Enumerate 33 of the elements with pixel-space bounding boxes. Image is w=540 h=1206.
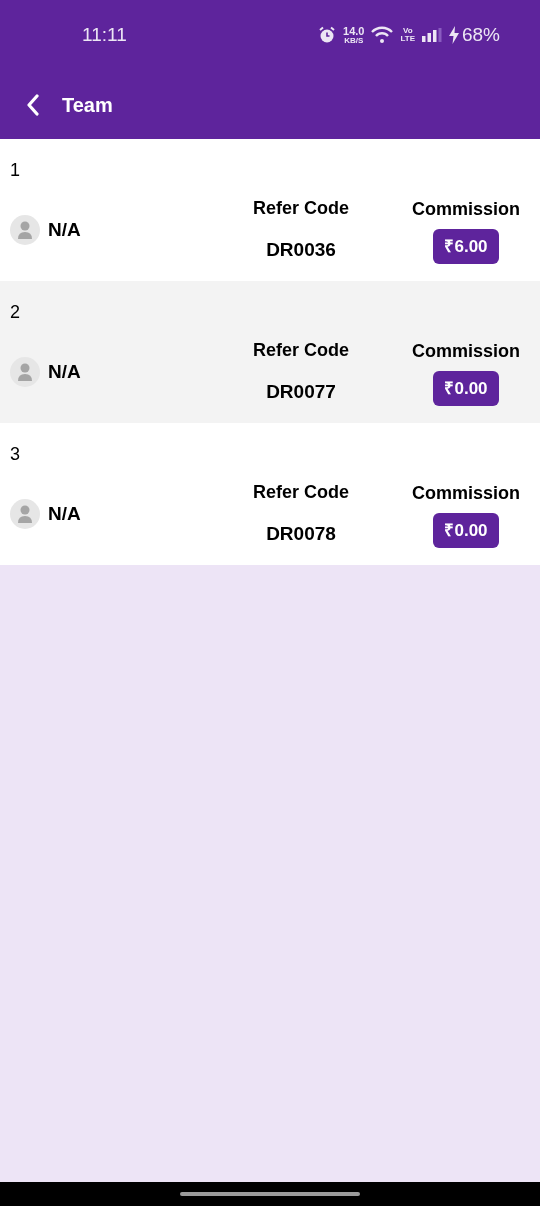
wifi-icon <box>371 26 394 44</box>
refer-code: DR0078 <box>266 522 336 546</box>
speed-unit: KB/S <box>344 36 364 45</box>
refer-code-label: Refer Code <box>253 481 349 504</box>
signal-icon <box>421 28 442 42</box>
member-index: 3 <box>10 445 21 463</box>
commission-amount: ₹0.00 <box>433 370 499 406</box>
back-icon <box>26 93 40 116</box>
alarm-icon <box>318 26 337 44</box>
commission-amount: ₹6.00 <box>433 228 499 264</box>
member-name: N/A <box>48 501 81 526</box>
commission-label: Commission <box>412 339 520 363</box>
avatar-icon <box>10 498 40 529</box>
lte-label: LTE <box>400 35 415 43</box>
charging-icon <box>448 26 459 44</box>
avatar-icon <box>10 356 40 387</box>
commission-amount: ₹0.00 <box>433 512 499 548</box>
member-name: N/A <box>48 359 81 384</box>
battery-percent: 68% <box>461 22 500 47</box>
member-index: 1 <box>10 161 21 179</box>
avatar-icon <box>10 214 40 245</box>
member-name: N/A <box>48 217 81 242</box>
refer-code: DR0036 <box>266 238 336 262</box>
page-title: Team <box>62 92 113 118</box>
volte-label: Vo <box>402 27 413 35</box>
status-time: 11:11 <box>82 22 127 47</box>
refer-code-label: Refer Code <box>253 339 349 362</box>
network-speed: 14.0 <box>343 25 365 37</box>
refer-code-label: Refer Code <box>253 197 349 220</box>
commission-label: Commission <box>412 197 520 221</box>
commission-label: Commission <box>412 481 520 505</box>
member-index: 2 <box>10 303 21 321</box>
refer-code: DR0077 <box>266 380 336 404</box>
